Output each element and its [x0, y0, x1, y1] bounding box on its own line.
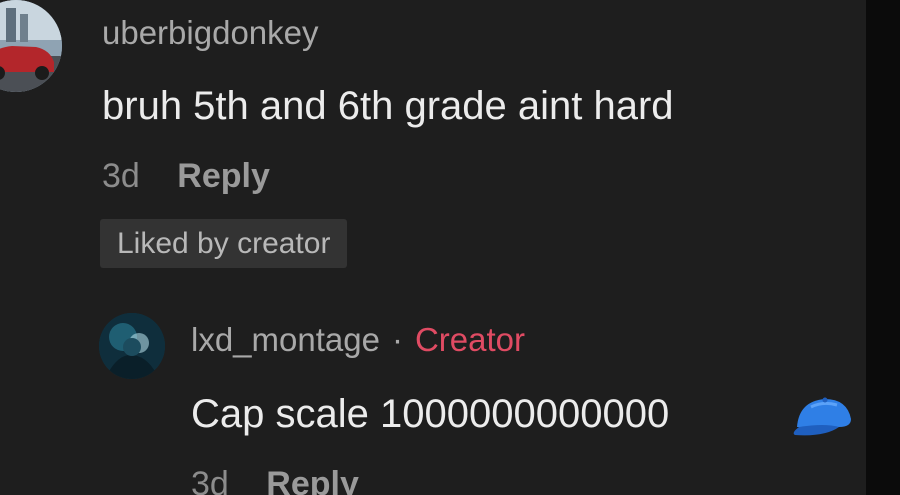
- comment-username[interactable]: uberbigdonkey: [102, 14, 319, 52]
- reply-meta: 3d Reply: [191, 465, 359, 495]
- car-photo-avatar-icon: [0, 0, 62, 92]
- separator-dot: ·: [391, 321, 403, 358]
- liked-by-creator-badge: Liked by creator: [100, 219, 348, 268]
- reply-username[interactable]: lxd_montage: [191, 321, 380, 358]
- reply-button[interactable]: Reply: [177, 157, 270, 195]
- comment-timestamp: 3d: [102, 157, 140, 195]
- comment-meta: 3d Reply: [102, 157, 270, 196]
- creator-badge: Creator: [414, 321, 526, 358]
- reply-avatar[interactable]: [99, 313, 165, 379]
- reply-username-row: lxd_montage · Creator: [191, 321, 525, 359]
- reply-text: Cap scale 1000000000000: [191, 392, 670, 436]
- reply-timestamp: 3d: [191, 465, 229, 495]
- dark-teal-profile-avatar-icon: [99, 313, 165, 379]
- blue-cap-icon: [793, 397, 851, 436]
- comment-text: bruh 5th and 6th grade aint hard: [102, 84, 674, 128]
- comments-screen: uberbigdonkey bruh 5th and 6th grade ain…: [0, 0, 900, 495]
- reply-reply-button[interactable]: Reply: [266, 465, 359, 495]
- avatar[interactable]: [0, 0, 62, 92]
- right-edge-border: [866, 0, 900, 495]
